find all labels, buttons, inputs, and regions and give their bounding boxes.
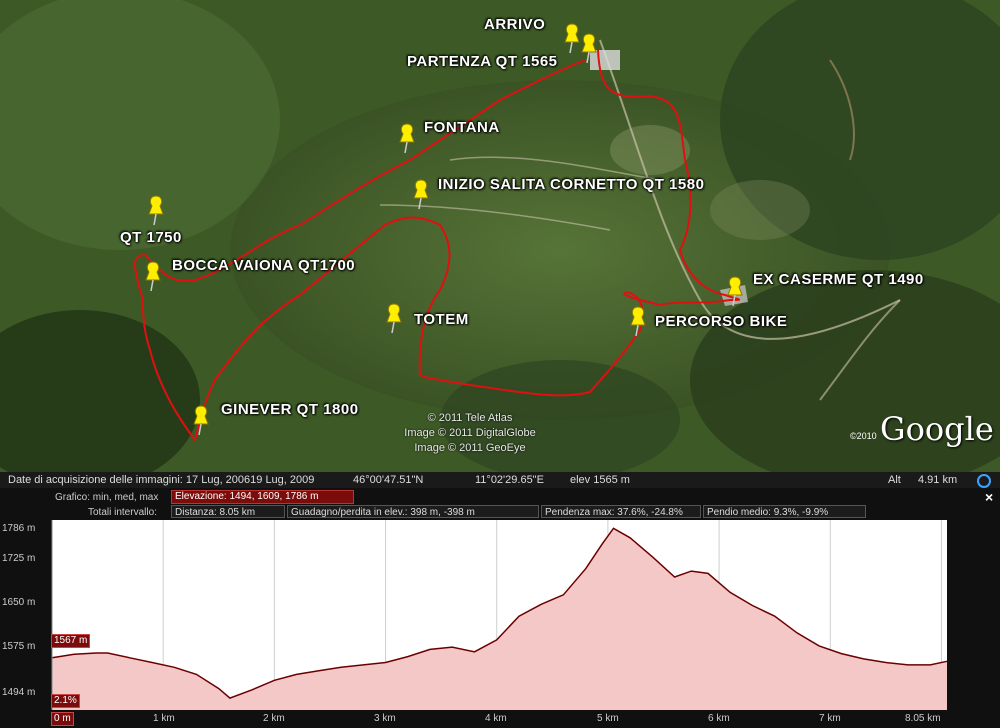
pushpin-icon[interactable]	[383, 302, 405, 334]
cursor-elevation-badge: 1567 m	[51, 634, 91, 648]
y-tick-label: 1575 m	[2, 641, 36, 652]
x-tick-label: 8.05 km	[905, 713, 941, 724]
pushpin-icon[interactable]	[724, 275, 746, 307]
pushpin-icon[interactable]	[578, 32, 600, 64]
distance-box[interactable]: Distanza: 8.05 km	[171, 505, 285, 518]
copyright-digitalglobe: Image © 2011 DigitalGlobe	[404, 427, 536, 439]
placemark-label-ginever[interactable]: GINEVER QT 1800	[221, 401, 359, 418]
altitude-label: Alt	[888, 474, 901, 486]
placemark-label-ex-caserme[interactable]: EX CASERME QT 1490	[753, 271, 924, 288]
placemark-label-fontana[interactable]: FONTANA	[424, 119, 500, 136]
latitude-readout: 46°00'47.51"N	[353, 474, 424, 486]
y-tick-label: 1725 m	[2, 553, 36, 564]
imagery-date: Date di acquisizione delle immagini: 17 …	[8, 474, 315, 486]
elevation-summary[interactable]: Elevazione: 1494, 1609, 1786 m	[171, 490, 354, 504]
satellite-map[interactable]: ARRIVO PARTENZA QT 1565 FONTANA INIZIO S…	[0, 0, 1000, 472]
x-tick-label: 4 km	[485, 713, 507, 724]
close-icon[interactable]: ×	[985, 489, 993, 505]
elevation-readout: elev 1565 m	[570, 474, 630, 486]
x-tick-label: 5 km	[597, 713, 619, 724]
cursor-distance-badge: 0 m	[51, 712, 74, 726]
x-tick-label: 6 km	[708, 713, 730, 724]
pushpin-icon[interactable]	[142, 260, 164, 292]
placemark-label-bocca-vaiona[interactable]: BOCCA VAIONA QT1700	[172, 257, 355, 274]
pushpin-icon[interactable]	[145, 194, 167, 226]
google-logo: Google	[880, 410, 994, 448]
status-bar: Date di acquisizione delle immagini: 17 …	[0, 472, 1000, 488]
graph-label: Grafico: min, med, max	[55, 492, 159, 503]
navigation-ring-icon[interactable]	[977, 474, 991, 488]
x-tick-label: 2 km	[263, 713, 285, 724]
longitude-readout: 11°02'29.65"E	[475, 474, 544, 486]
placemark-label-percorso-bike[interactable]: PERCORSO BIKE	[655, 313, 787, 330]
placemark-label-qt1750[interactable]: QT 1750	[120, 229, 182, 246]
copyright-geoeye: Image © 2011 GeoEye	[414, 442, 526, 454]
placemark-label-arrivo[interactable]: ARRIVO	[484, 16, 545, 33]
copyright-tele-atlas: © 2011 Tele Atlas	[427, 412, 513, 424]
gain-loss-box[interactable]: Guadagno/perdita in elev.: 398 m, -398 m	[287, 505, 539, 518]
cursor-slope-badge: 2.1%	[51, 694, 80, 708]
totals-label: Totali intervallo:	[88, 507, 157, 518]
y-tick-label: 1786 m	[2, 523, 36, 534]
y-tick-label: 1494 m	[2, 687, 36, 698]
pushpin-icon[interactable]	[627, 305, 649, 337]
placemark-label-totem[interactable]: TOTEM	[414, 311, 469, 328]
pushpin-icon[interactable]	[396, 122, 418, 154]
x-tick-label: 3 km	[374, 713, 396, 724]
elevation-chart[interactable]	[0, 520, 1000, 728]
x-tick-label: 7 km	[819, 713, 841, 724]
placemark-label-partenza[interactable]: PARTENZA QT 1565	[407, 53, 558, 70]
max-slope-box[interactable]: Pendenza max: 37.6%, -24.8%	[541, 505, 701, 518]
avg-slope-box[interactable]: Pendio medio: 9.3%, -9.9%	[703, 505, 866, 518]
placemark-label-inizio-salita[interactable]: INIZIO SALITA CORNETTO QT 1580	[438, 176, 704, 193]
y-tick-label: 1650 m	[2, 597, 36, 608]
x-tick-label: 1 km	[153, 713, 175, 724]
logo-year: ©2010	[850, 431, 877, 441]
pushpin-icon[interactable]	[410, 178, 432, 210]
altitude-value: 4.91 km	[918, 474, 958, 486]
pushpin-icon[interactable]	[190, 404, 212, 436]
